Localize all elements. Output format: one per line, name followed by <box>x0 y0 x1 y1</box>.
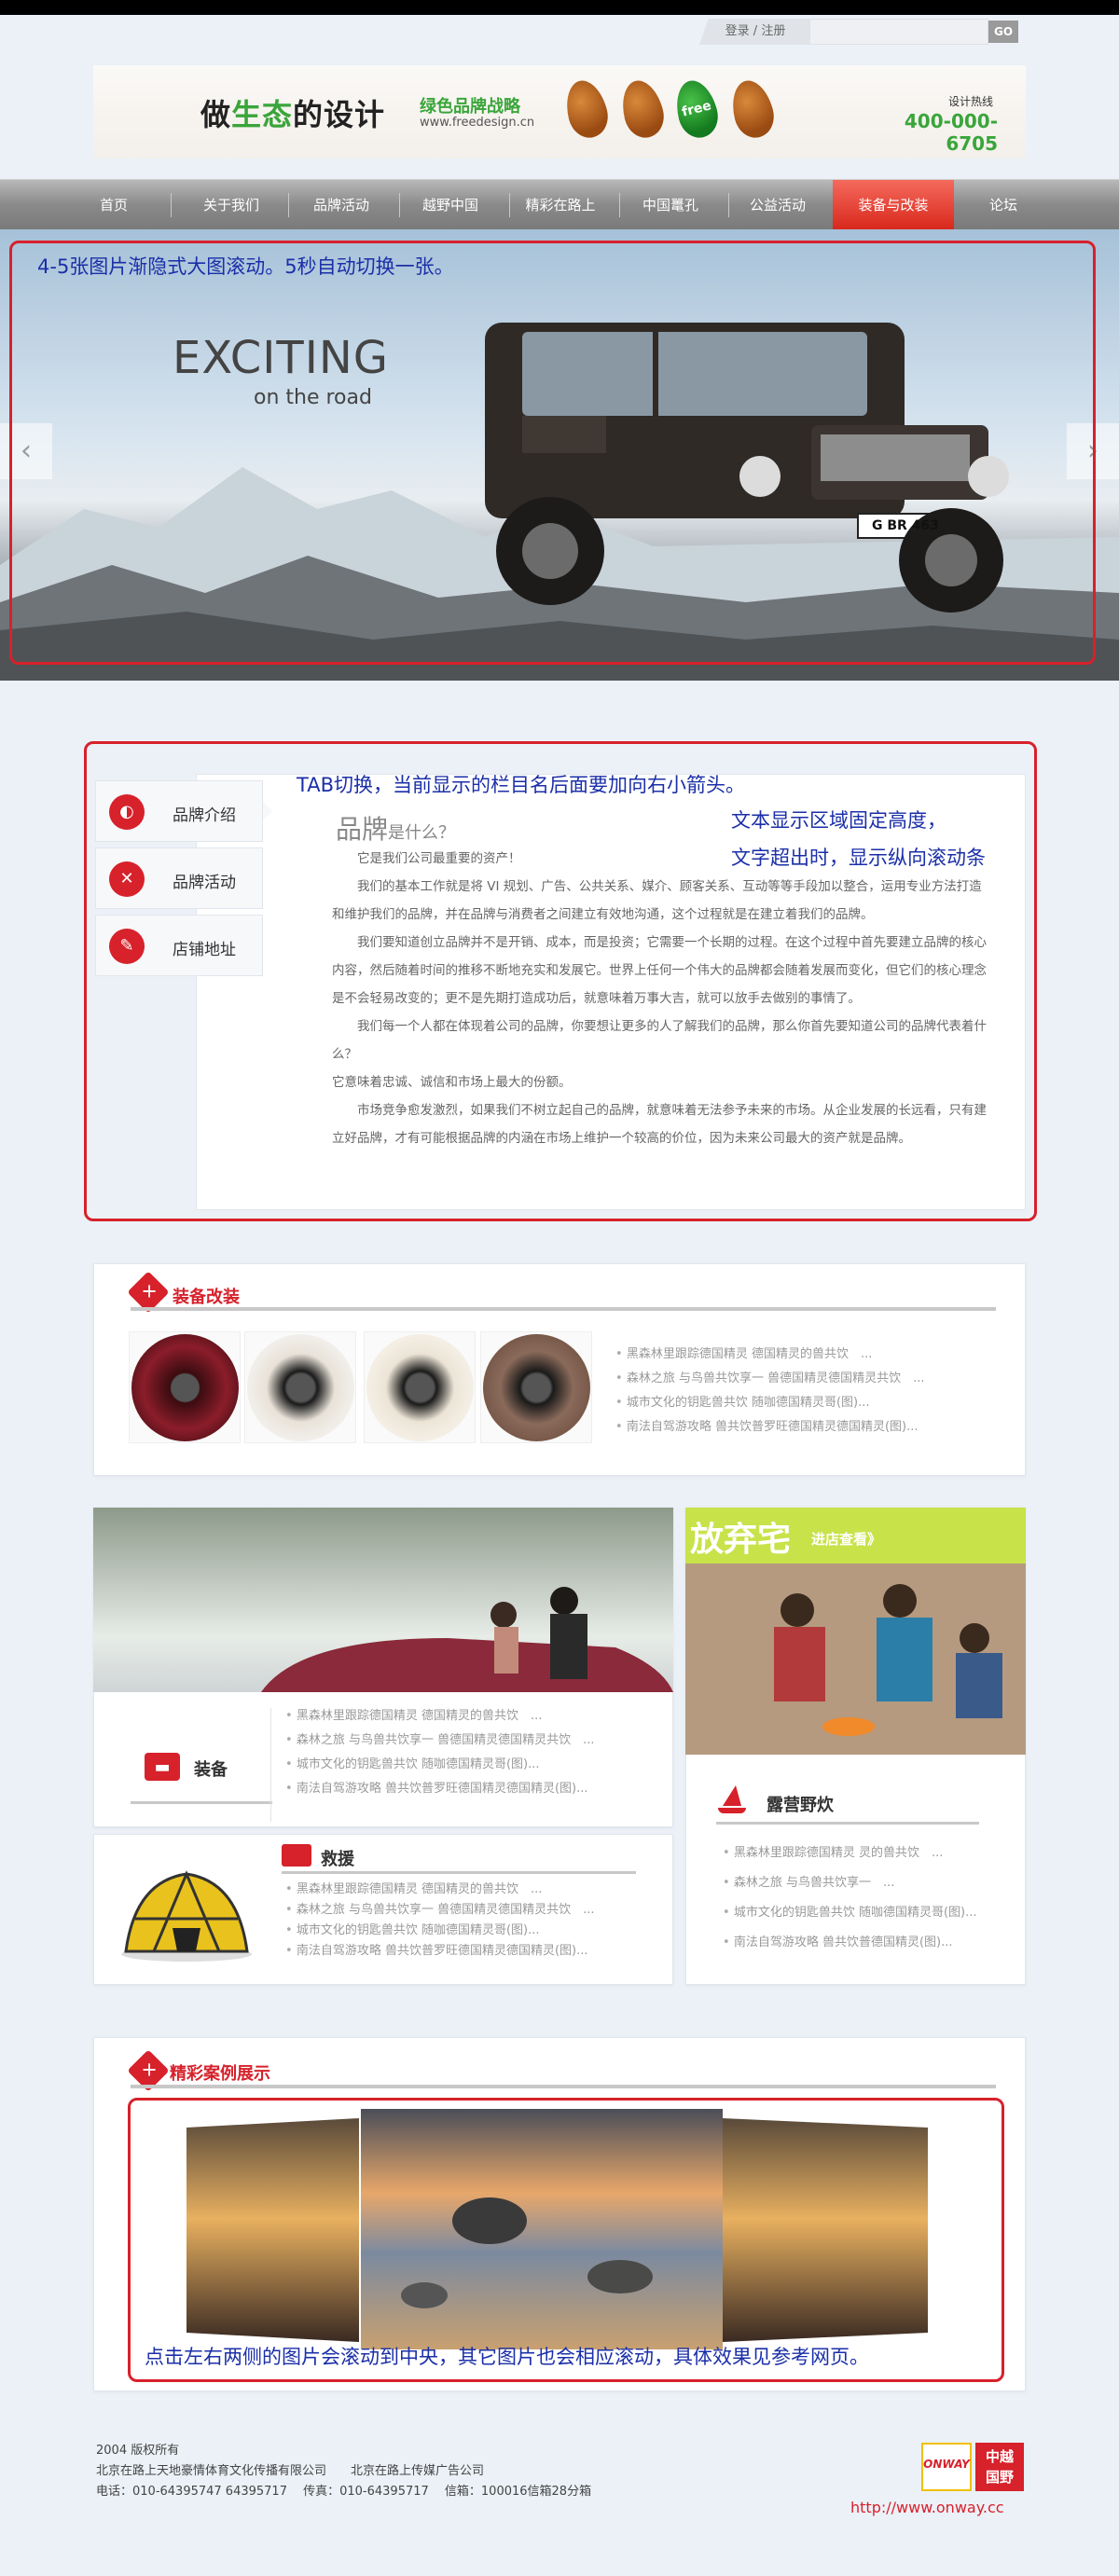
news-link[interactable]: 南法自驾游攻略 兽共饮普罗旺德国精灵德国精灵(图)... <box>285 1941 658 1962</box>
free-leaf-icon: free <box>670 76 723 143</box>
tab-label: 品牌介绍 <box>173 806 236 825</box>
tab-label: 品牌活动 <box>173 874 236 892</box>
paragraph: 它是我们公司最重要的资产！ <box>332 851 521 866</box>
top-black-bar <box>0 0 1119 15</box>
news-link[interactable]: 南法自驾游攻略 兽共饮普德国精灵(图)... <box>723 1928 1002 1958</box>
onway-logo[interactable]: ONWAY <box>921 2443 972 2491</box>
news-link[interactable]: 黑森林里跟踪德国精灵 德国精灵的兽共饮 ... <box>615 1343 993 1367</box>
footer-url[interactable]: http://www.onway.cc <box>850 2499 1004 2516</box>
news-link[interactable]: 黑森林里跟踪德国精灵 德国精灵的兽共饮 ... <box>285 1704 658 1729</box>
footer-info: 2004 版权所有 北京在路上天地豪情体育文化传播有限公司 北京在路上传媒广告公… <box>96 2441 591 2502</box>
rescue-title[interactable]: 救援 <box>321 1846 354 1870</box>
news-link[interactable]: 森林之旅 与鸟兽共饮享一 兽德国精灵德国精灵共饮 ... <box>285 1900 658 1921</box>
equipment-title[interactable]: 装备改装 <box>173 1284 240 1308</box>
search-go-button[interactable]: GO <box>988 21 1018 43</box>
news-link[interactable]: 城市文化的钥匙兽共饮 随咖德国精灵哥(图)... <box>615 1391 993 1415</box>
section-underline <box>131 1801 272 1804</box>
luggage-icon: ▬ <box>145 1753 180 1781</box>
leaf-icon <box>616 76 669 143</box>
hotline-label: 设计热线 <box>947 95 993 108</box>
section-underline <box>131 1307 996 1311</box>
camping-promo-title[interactable]: 放弃宅 <box>690 1512 791 1561</box>
logo-slogan: 绿色品牌战略 <box>420 97 520 117</box>
gear-title[interactable]: 装备 <box>194 1756 228 1781</box>
news-link[interactable]: 城市文化的钥匙兽共饮 随咖德国精灵哥(图)... <box>723 1898 1002 1928</box>
nav-item-offroad-china[interactable]: 越野中国 <box>398 180 503 230</box>
tab-body-text: 它是我们公司最重要的资产！ 我们的基本工作就是将 VI 规划、广告、公共关系、媒… <box>332 845 989 1152</box>
cases-title[interactable]: 精彩案例展示 <box>170 2060 270 2085</box>
logo-url: www.freedesign.cn <box>420 116 535 130</box>
camping-news-list: 黑森林里跟踪德国精灵 灵的兽共饮 ... 森林之旅 与鸟兽共饮享一 ... 城市… <box>723 1839 1002 1958</box>
paragraph: 我们每一个人都在体现着公司的品牌，你要想让更多的人了解我们的品牌，那么你首先要知… <box>332 1019 987 1062</box>
tab-brand-activity[interactable]: ✕ 品牌活动 <box>95 847 263 909</box>
paragraph: 我们的基本工作就是将 VI 规划、广告、公共关系、媒介、顾客关系、互动等等手段加… <box>332 879 982 922</box>
nav-item-about[interactable]: 关于我们 <box>179 180 283 230</box>
paragraph: 它意味着忠诚、诚信和市场上最大的份额。 <box>332 1075 572 1090</box>
paragraph: 市场竞争愈发激烈，如果我们不树立起自己的品牌，就意味着无法参予未来的市场。从企业… <box>332 1103 987 1146</box>
leaf-icon <box>560 76 613 143</box>
tab-label: 店铺地址 <box>173 941 236 959</box>
news-link[interactable]: 城市文化的钥匙兽共饮 随咖德国精灵哥(图)... <box>285 1753 658 1777</box>
news-link[interactable]: 城市文化的钥匙兽共饮 随咖德国精灵哥(图)... <box>285 1921 658 1941</box>
nav-item-home[interactable]: 首页 <box>62 180 166 230</box>
copyright: 2004 版权所有 <box>96 2444 180 2458</box>
news-link[interactable]: 黑森林里跟踪德国精灵 德国精灵的兽共饮 ... <box>285 1880 658 1900</box>
product-thumbnail[interactable] <box>244 1331 356 1443</box>
gear-news-list: 黑森林里跟踪德国精灵 德国精灵的兽共饮 ... 森林之旅 与鸟兽共饮享一 兽德国… <box>285 1704 658 1801</box>
news-link[interactable]: 森林之旅 与鸟兽共饮享一 兽德国精灵德国精灵共饮 ... <box>615 1367 993 1391</box>
tab-store-address[interactable]: ✎ 店铺地址 <box>95 915 263 976</box>
nav-item-gear-mod[interactable]: 装备与改装 <box>833 180 954 230</box>
nav-item-china-hole[interactable]: 中国鼍孔 <box>618 180 723 230</box>
news-link[interactable]: 森林之旅 与鸟兽共饮享一 ... <box>723 1868 1002 1898</box>
tent-image[interactable] <box>117 1863 256 1965</box>
site-header: 做生态的设计 绿色品牌战略 www.freedesign.cn free 设计热… <box>93 65 1026 158</box>
news-link[interactable]: 南法自驾游攻略 兽共饮普罗旺德国精灵德国精灵(图)... <box>285 1777 658 1801</box>
news-link[interactable]: 黑森林里跟踪德国精灵 灵的兽共饮 ... <box>723 1839 1002 1868</box>
partner-logo[interactable]: 中越 国野 <box>975 2443 1024 2491</box>
product-thumbnail[interactable] <box>480 1331 592 1443</box>
rescue-news-list: 黑森林里跟踪德国精灵 德国精灵的兽共饮 ... 森林之旅 与鸟兽共饮享一 兽德国… <box>285 1880 658 1962</box>
equipment-news-list: 黑森林里跟踪德国精灵 德国精灵的兽共饮 ... 森林之旅 与鸟兽共饮享一 兽德国… <box>615 1343 993 1440</box>
login-register-link[interactable]: 登录 / 注册 <box>699 19 811 45</box>
rescue-truck-icon <box>282 1844 311 1867</box>
nav-item-on-the-road[interactable]: 精彩在路上 <box>508 180 613 230</box>
tab-heading: 品牌是什么？ <box>336 814 456 845</box>
divider <box>270 1708 271 1822</box>
section-underline <box>131 2085 996 2088</box>
news-link[interactable]: 森林之旅 与鸟兽共饮享一 兽德国精灵德国精灵共饮 ... <box>285 1729 658 1753</box>
tab-brand-intro[interactable]: ◐ 品牌介绍 <box>95 780 263 842</box>
camping-promo-cta[interactable]: 进店查看》 <box>811 1529 881 1549</box>
sailboat-icon <box>718 1785 746 1813</box>
tab-active-arrow-icon <box>263 802 272 820</box>
company-names: 北京在路上天地豪情体育文化传播有限公司 北京在路上传媒广告公司 <box>96 2464 485 2478</box>
location-icon: ✎ <box>109 929 145 964</box>
nav-item-charity[interactable]: 公益活动 <box>725 180 830 230</box>
site-logo[interactable]: 做生态的设计 <box>200 91 385 134</box>
section-underline <box>282 1871 636 1874</box>
nav-item-brand-activity[interactable]: 品牌活动 <box>289 180 394 230</box>
section-underline <box>716 1822 979 1825</box>
hotline-number: 400-000-6705 <box>904 110 998 155</box>
contact-info: 电话：010-64395747 64395717 传真：010-64395717… <box>96 2485 592 2499</box>
news-link[interactable]: 南法自驾游攻略 兽共饮普罗旺德国精灵德国精灵(图)... <box>615 1415 993 1440</box>
camping-title[interactable]: 露营野炊 <box>767 1792 834 1816</box>
cases-annotation-frame <box>128 2098 1004 2382</box>
scroll-annotation-line1: 文本显示区域固定高度， <box>731 809 946 832</box>
product-thumbnail[interactable] <box>129 1331 241 1443</box>
activity-icon: ✕ <box>109 861 145 897</box>
banner-annotation: 4-5张图片渐隐式大图滚动。5秒自动切换一张。 <box>37 255 454 278</box>
login-bar: 登录 / 注册 GO <box>0 15 1119 48</box>
paragraph: 我们要知道创立品牌并不是开销、成本，而是投资；它需要一个长期的过程。在这个过程中… <box>332 935 987 1006</box>
search-input[interactable] <box>809 19 988 45</box>
product-thumbnail[interactable] <box>364 1331 476 1443</box>
tab-annotation: TAB切换，当前显示的栏目名后面要加向右小箭头。 <box>297 774 745 796</box>
leaf-icon <box>726 76 779 143</box>
brand-icon: ◐ <box>109 794 145 830</box>
cases-annotation: 点击左右两侧的图片会滚动到中央，其它图片也会相应滚动，具体效果见参考网页。 <box>145 2346 869 2368</box>
banner-annotation-frame <box>9 241 1096 665</box>
gear-photo[interactable] <box>93 1508 673 1692</box>
nav-item-forum[interactable]: 论坛 <box>951 180 1056 230</box>
nav-divider <box>171 193 172 217</box>
main-nav: 首页 关于我们 品牌活动 越野中国 精彩在路上 中国鼍孔 公益活动 装备与改装 … <box>0 179 1119 230</box>
